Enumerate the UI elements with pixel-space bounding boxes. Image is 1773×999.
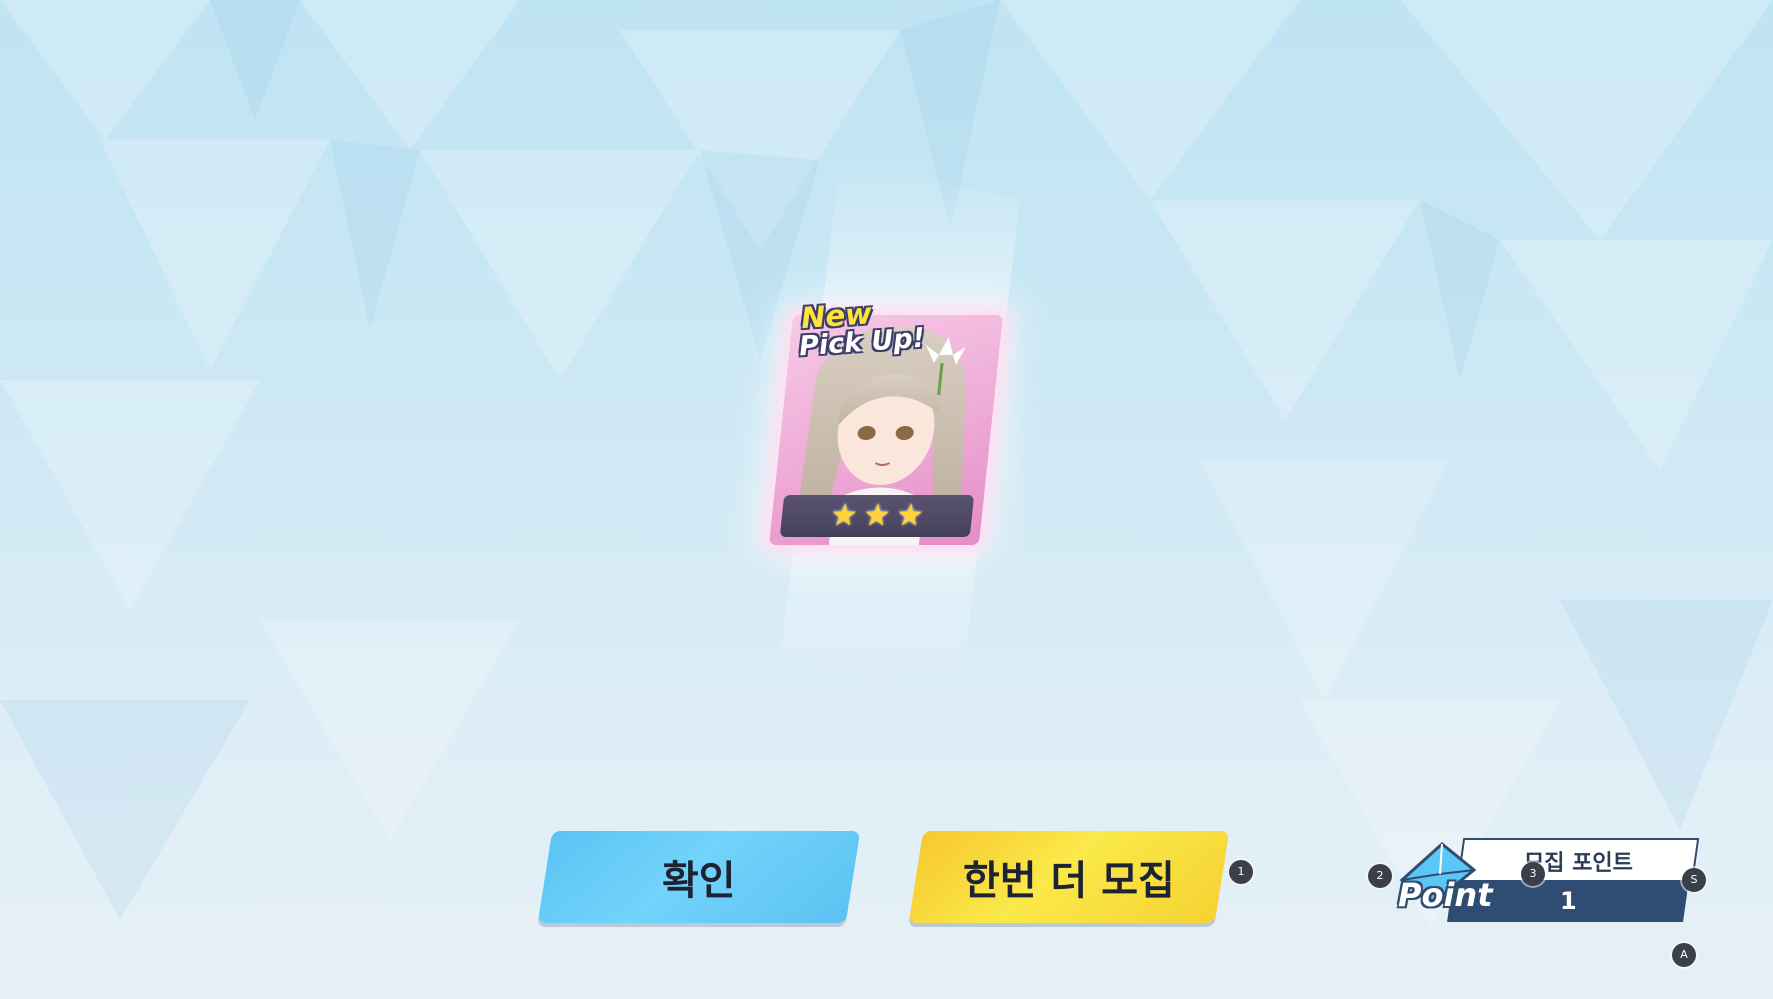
key-hint-points-right: S xyxy=(1682,868,1706,892)
recruit-again-button[interactable]: 한번 더 모집 xyxy=(908,831,1230,923)
key-hint-points-left: 2 xyxy=(1368,864,1392,888)
new-pickup-badge: New Pick Up! xyxy=(796,296,926,362)
star-icon: ★ xyxy=(861,498,893,533)
recruit-again-button-label: 한번 더 모집 xyxy=(963,858,1175,904)
confirm-button-label: 확인 xyxy=(662,858,736,904)
key-hint-recruit-again: 1 xyxy=(1229,860,1253,884)
star-icon: ★ xyxy=(894,498,926,533)
rarity-star-bar: ★ ★ ★ xyxy=(779,495,975,537)
star-icon: ★ xyxy=(828,498,860,533)
confirm-button[interactable]: 확인 xyxy=(537,831,861,923)
recruit-points-label-box: 모집 포인트 xyxy=(1456,838,1700,884)
recruit-points-value: 1 xyxy=(1559,887,1577,915)
point-logo-text: Point xyxy=(1398,876,1493,914)
key-hint-points-mid: 3 xyxy=(1521,862,1545,886)
key-hint-bottom: A xyxy=(1672,943,1696,967)
